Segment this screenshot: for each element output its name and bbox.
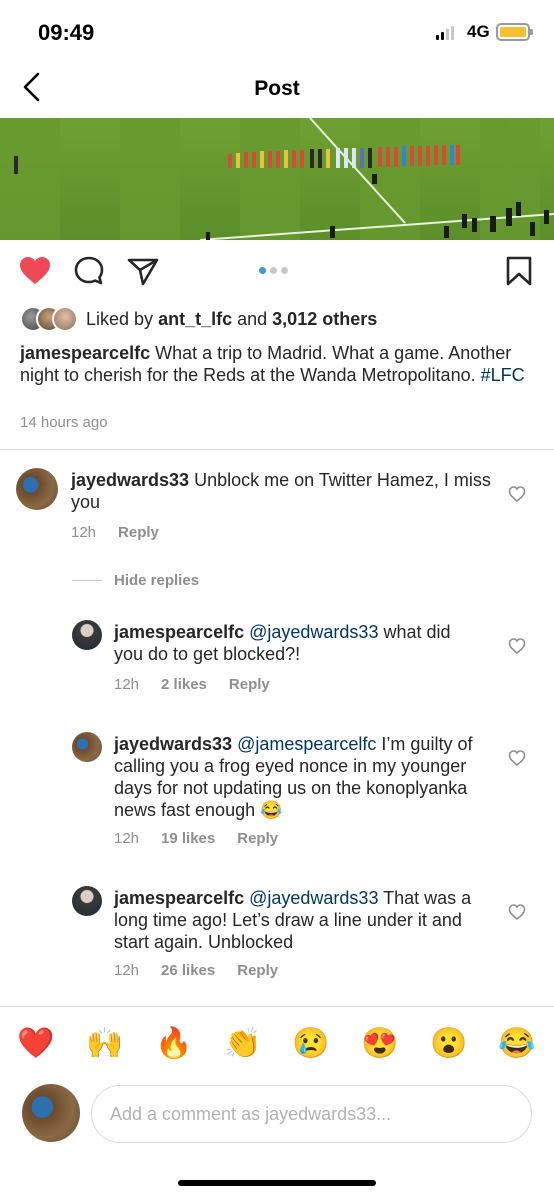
carousel-dot <box>270 267 277 274</box>
comment-time: 12h <box>71 524 97 541</box>
reply-meta: 12h 19 likes Reply <box>114 830 278 847</box>
reply-body: jamespearcelfc @jayedwards33 what did yo… <box>114 621 484 665</box>
reply: jayedwards33 @jamespearcelfc I’m guilty … <box>72 732 536 852</box>
reply-like-button[interactable] <box>508 749 526 767</box>
hide-replies-line <box>72 580 102 581</box>
heart-filled-icon <box>20 257 50 284</box>
reply-body: jayedwards33 @jamespearcelfc I’m guilty … <box>114 733 484 821</box>
reply: jamespearcelfc @jayedwards33 what did yo… <box>72 620 536 700</box>
home-indicator[interactable] <box>178 1180 376 1186</box>
reply-avatar[interactable] <box>72 620 102 650</box>
divider <box>0 449 554 450</box>
post-timestamp: 14 hours ago <box>20 414 108 431</box>
heart-outline-icon <box>508 750 526 767</box>
comment-body: jayedwards33 Unblock me on Twitter Hamez… <box>71 469 491 513</box>
save-button[interactable] <box>502 254 536 288</box>
comment-username[interactable]: jayedwards33 <box>71 470 189 490</box>
comment-composer <box>0 1082 554 1146</box>
paper-plane-icon <box>127 258 159 286</box>
heart-outline-icon <box>508 638 526 655</box>
page-title: Post <box>254 77 300 100</box>
reply: jamespearcelfc @jayedwards33 That was a … <box>72 886 536 986</box>
liker-avatars <box>20 305 80 333</box>
stadium-photo <box>0 118 554 240</box>
reply-likes[interactable]: 19 likes <box>161 830 215 847</box>
likes-and: and <box>237 308 268 329</box>
reply-time: 12h <box>114 962 140 979</box>
comment-bubble-icon <box>74 256 104 285</box>
likes-text: Liked by ant_t_lfc and 3,012 others <box>86 309 377 330</box>
comment-meta: 12h Reply <box>71 524 159 541</box>
reply-time: 12h <box>114 830 140 847</box>
bookmark-icon <box>506 256 532 286</box>
reply-likes[interactable]: 26 likes <box>161 962 215 979</box>
reply-avatar[interactable] <box>72 886 102 916</box>
post-photo[interactable] <box>0 118 554 240</box>
reply-body: jamespearcelfc @jayedwards33 That was a … <box>114 887 484 953</box>
reply-button[interactable]: Reply <box>118 524 159 541</box>
reaction-heart-eyes-emoji[interactable]: 😍 <box>360 1024 400 1064</box>
reaction-surprised-emoji[interactable]: 😮 <box>429 1024 469 1064</box>
reply-mention[interactable]: @jayedwards33 <box>249 888 378 908</box>
reaction-heart-emoji[interactable]: ❤️ <box>16 1024 56 1064</box>
post-actions <box>0 252 554 296</box>
reply-likes[interactable]: 2 likes <box>161 676 207 693</box>
reply-mention[interactable]: @jayedwards33 <box>249 622 378 642</box>
status-bar: 09:49 4G <box>0 0 554 64</box>
caption-hashtag[interactable]: #LFC <box>481 365 525 385</box>
reply-button[interactable]: Reply <box>229 676 270 693</box>
nav-bar: Post <box>0 64 554 118</box>
reaction-crying-emoji[interactable]: 😢 <box>291 1024 331 1064</box>
reaction-laughing-emoji[interactable]: 😂 <box>497 1024 537 1064</box>
carousel-indicator <box>259 267 288 274</box>
reply-username[interactable]: jayedwards33 <box>114 734 232 754</box>
likes-prefix: Liked by <box>86 308 154 329</box>
comment-input[interactable] <box>91 1085 532 1143</box>
network-type: 4G <box>467 22 490 41</box>
reaction-raised-hands-emoji[interactable]: 🙌 <box>85 1024 125 1064</box>
reply-like-button[interactable] <box>508 903 526 921</box>
signal-icon <box>436 26 454 40</box>
comment-like-button[interactable] <box>508 485 526 503</box>
reply-avatar[interactable] <box>72 732 102 762</box>
reply-meta: 12h 26 likes Reply <box>114 962 278 979</box>
like-button[interactable] <box>18 254 52 288</box>
reply-meta: 12h 2 likes Reply <box>114 676 270 693</box>
divider <box>0 1006 554 1007</box>
hide-replies-label: Hide replies <box>114 572 200 589</box>
reply-time: 12h <box>114 676 140 693</box>
reply-username[interactable]: jamespearcelfc <box>114 622 244 642</box>
likes-count[interactable]: 3,012 others <box>272 309 377 329</box>
share-button[interactable] <box>126 254 160 288</box>
heart-outline-icon <box>508 904 526 921</box>
liker-username[interactable]: ant_t_lfc <box>158 309 232 329</box>
heart-outline-icon <box>508 486 526 503</box>
reply-button[interactable]: Reply <box>237 830 278 847</box>
post-caption: jamespearcelfc What a trip to Madrid. Wh… <box>20 342 540 386</box>
reaction-fire-emoji[interactable]: 🔥 <box>154 1024 194 1064</box>
battery-icon <box>496 23 533 41</box>
hide-replies-button[interactable]: Hide replies <box>72 572 199 589</box>
reply-username[interactable]: jamespearcelfc <box>114 888 244 908</box>
comment: jayedwards33 Unblock me on Twitter Hamez… <box>16 468 536 548</box>
user-avatar <box>22 1084 80 1142</box>
comment-avatar[interactable] <box>16 468 58 510</box>
reply-like-button[interactable] <box>508 637 526 655</box>
reply-mention[interactable]: @jamespearcelfc <box>237 734 376 754</box>
likes-summary[interactable]: Liked by ant_t_lfc and 3,012 others <box>20 304 377 334</box>
carousel-dot-active <box>259 267 266 274</box>
liker-avatar <box>52 306 78 332</box>
reply-button[interactable]: Reply <box>237 962 278 979</box>
status-time: 09:49 <box>38 20 95 45</box>
carousel-dot <box>281 267 288 274</box>
reaction-clap-emoji[interactable]: 👏 <box>223 1024 263 1064</box>
quick-reactions: ❤️ 🙌 🔥 👏 😢 😍 😮 😂 <box>0 1024 554 1068</box>
comment-button[interactable] <box>72 254 106 288</box>
caption-username[interactable]: jamespearcelfc <box>20 343 150 363</box>
